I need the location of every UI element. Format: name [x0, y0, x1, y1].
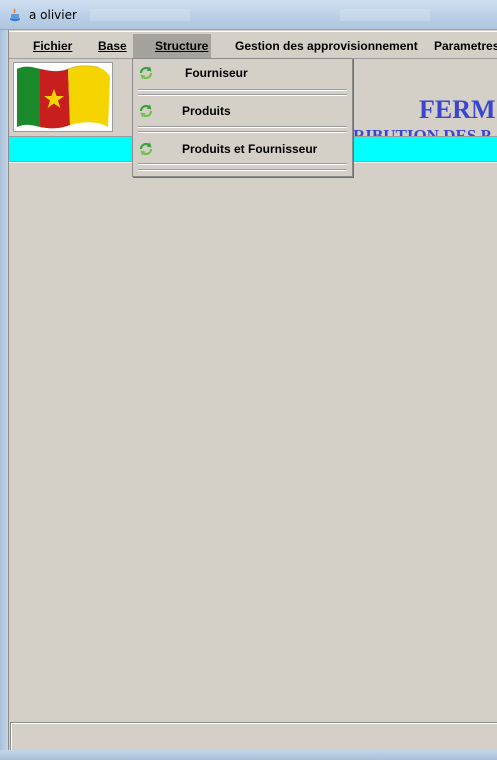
- desktop-area: [9, 162, 497, 752]
- menu-separator: [138, 126, 347, 128]
- menu-item-produits-et-fournisseur[interactable]: Produits et Fournisseur: [133, 135, 352, 163]
- menu-parametres[interactable]: Parametres: [430, 34, 497, 59]
- menu-gestion-approvisionnement[interactable]: Gestion des approvisionnement: [231, 34, 422, 59]
- menu-item-produits-label: Produits: [182, 104, 231, 118]
- java-cup-icon: [10, 8, 20, 22]
- menu-base[interactable]: Base: [94, 34, 131, 59]
- menu-bar: Fichier Base Structure Gestion des appro…: [9, 31, 497, 59]
- menu-gestion-label: Gestion des approvisionnement: [235, 39, 418, 53]
- menu-base-label: Base: [98, 39, 127, 53]
- background-tab-ghost: [90, 9, 190, 21]
- window-frame-left: [0, 30, 8, 760]
- refresh-icon: [139, 66, 153, 80]
- banner-title: FERM: [419, 95, 496, 124]
- menu-item-fourniseur[interactable]: Fourniseur: [133, 59, 352, 87]
- status-bar: [10, 722, 497, 750]
- menu-separator: [138, 163, 347, 165]
- structure-dropdown: Fourniseur Produits Produits et Fourniss…: [132, 58, 353, 177]
- menu-separator: [138, 131, 347, 133]
- menu-item-produits-et-fournisseur-label: Produits et Fournisseur: [182, 142, 318, 156]
- cameroon-flag: [16, 65, 110, 129]
- window-frame-bottom: [0, 750, 497, 760]
- menu-item-produits[interactable]: Produits: [133, 97, 352, 125]
- menu-separator: [138, 169, 347, 171]
- menu-item-fourniseur-label: Fourniseur: [185, 66, 248, 80]
- title-bar[interactable]: a olivier: [0, 0, 497, 30]
- refresh-icon: [139, 142, 153, 156]
- menu-structure-label: Structure: [155, 39, 209, 53]
- menu-fichier[interactable]: Fichier: [29, 34, 76, 59]
- menu-separator: [138, 89, 347, 91]
- background-tab-ghost: [340, 9, 430, 21]
- window-title: a olivier: [29, 8, 77, 22]
- refresh-icon: [139, 104, 153, 118]
- menu-parametres-label: Parametres: [434, 39, 497, 53]
- menu-separator: [138, 94, 347, 96]
- menu-structure[interactable]: Structure: [133, 34, 211, 59]
- menu-fichier-label: Fichier: [33, 39, 73, 53]
- flag-frame: [13, 62, 113, 132]
